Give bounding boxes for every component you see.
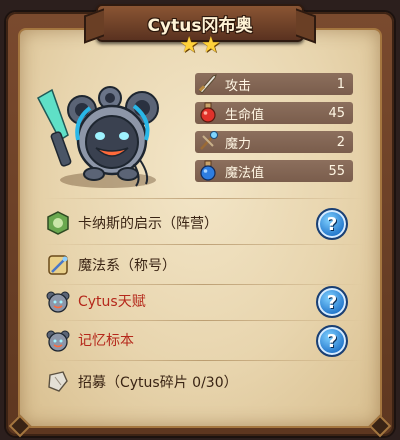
star-icon: ★ <box>201 33 221 58</box>
stat-magic: 魔力 2 <box>195 131 353 153</box>
stat-health: 生命值 45 <box>195 102 353 124</box>
faction-emblem-icon <box>44 209 72 237</box>
stat-label: 生命值 <box>225 107 265 123</box>
skill-row-recruit[interactable]: 招募（Cytus碎片 0/30） <box>44 367 364 397</box>
cytus-robot-icon <box>44 326 72 354</box>
hero-portrait <box>30 80 180 190</box>
skill-row-faction[interactable]: 卡纳斯的启示（阵营） ? <box>44 208 364 240</box>
title-badge-icon <box>44 251 72 279</box>
stat-value: 1 <box>336 76 345 92</box>
skill-label: 卡纳斯的启示（阵营） <box>78 216 218 232</box>
help-button[interactable]: ? <box>316 208 348 240</box>
help-button[interactable]: ? <box>316 286 348 318</box>
stat-label: 魔法值 <box>225 165 265 181</box>
stat-mana: 魔法值 55 <box>195 160 353 182</box>
divider <box>44 360 364 361</box>
blue-potion-icon <box>195 157 221 183</box>
skill-row-memory[interactable]: 记忆标本 ? <box>44 325 364 357</box>
skill-row-title[interactable]: 魔法系（称号） <box>44 250 364 280</box>
skill-label: 记忆标本 <box>78 333 134 349</box>
hero-name: Cytus冈布奥 <box>147 15 253 36</box>
stat-label: 攻击 <box>225 78 252 94</box>
stat-value: 55 <box>328 163 345 179</box>
star-rating: ★ ★ <box>172 35 228 57</box>
stat-value: 2 <box>336 134 345 150</box>
divider <box>44 244 364 245</box>
skill-row-talent[interactable]: Cytus天赋 ? <box>44 286 364 318</box>
stat-label: 魔力 <box>225 136 252 152</box>
skill-label: 招募（Cytus碎片 0/30） <box>78 375 238 391</box>
fragment-icon <box>44 368 72 396</box>
star-icon: ★ <box>179 33 199 58</box>
divider <box>44 284 364 285</box>
divider <box>44 320 364 321</box>
help-button[interactable]: ? <box>316 325 348 357</box>
stat-attack: 攻击 1 <box>195 73 353 95</box>
stat-value: 45 <box>328 105 345 121</box>
divider <box>44 198 364 199</box>
red-potion-icon <box>195 99 221 125</box>
skill-label: Cytus天赋 <box>78 294 146 310</box>
skill-label: 魔法系（称号） <box>78 258 176 274</box>
cytus-robot-icon <box>44 287 72 315</box>
sword-icon <box>195 70 221 96</box>
magic-staff-icon <box>195 128 221 154</box>
